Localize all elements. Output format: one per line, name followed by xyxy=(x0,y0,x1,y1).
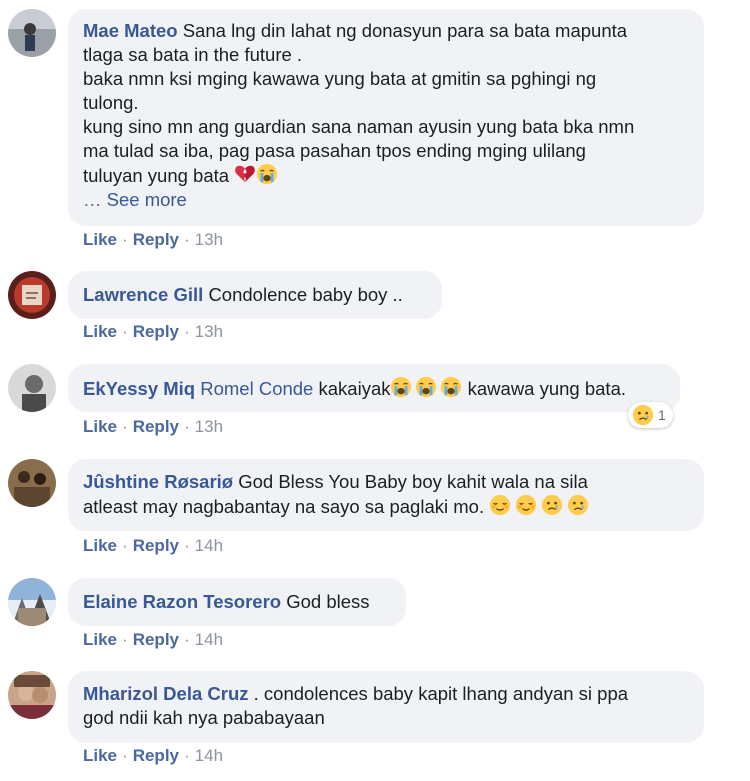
comment-author[interactable]: Mae Mateo xyxy=(83,20,178,41)
avatar[interactable] xyxy=(8,271,56,319)
avatar[interactable] xyxy=(8,578,56,626)
reply-link[interactable]: Reply xyxy=(133,630,179,649)
avatar[interactable] xyxy=(8,671,56,719)
ellipsis: … xyxy=(83,189,102,210)
comment-bubble: Mharizol Dela Cruz . condolences baby ka… xyxy=(68,671,704,743)
crying-face-icon xyxy=(256,163,278,185)
sad-face-icon xyxy=(632,404,654,426)
timestamp[interactable]: 13h xyxy=(195,322,223,341)
comment-text: god ndii kah nya pababayaan xyxy=(83,707,325,728)
comment-author[interactable]: Mharizol Dela Cruz xyxy=(83,683,249,704)
comment-text: kakaiyak xyxy=(318,378,391,399)
reply-link[interactable]: Reply xyxy=(133,322,179,341)
like-link[interactable]: Like xyxy=(83,417,117,436)
reply-link[interactable]: Reply xyxy=(133,746,179,765)
like-link[interactable]: Like xyxy=(83,230,117,249)
crying-face-icon xyxy=(440,376,462,398)
timestamp[interactable]: 14h xyxy=(195,630,223,649)
broken-heart-icon xyxy=(234,163,256,185)
comment-text: tuluyan yung bata xyxy=(83,165,230,186)
reply-link[interactable]: Reply xyxy=(133,230,179,249)
comment-text: kung sino mn ang guardian sana naman ayu… xyxy=(83,116,635,137)
relieved-face-icon xyxy=(489,494,511,516)
like-link[interactable]: Like xyxy=(83,746,117,765)
comment-actions: Like · Reply · 14h xyxy=(83,536,224,555)
reaction-count-badge[interactable]: 1 xyxy=(628,402,673,428)
timestamp[interactable]: 14h xyxy=(195,746,223,765)
see-more-link[interactable]: See more xyxy=(107,189,187,210)
mention-link[interactable]: Romel Conde xyxy=(200,378,313,399)
comment-text: Condolence baby boy .. xyxy=(208,284,403,305)
reply-link[interactable]: Reply xyxy=(133,536,179,555)
comment-text: God Bless You Baby boy kahit wala na sil… xyxy=(238,471,588,492)
comment-author[interactable]: Elaine Razon Tesorero xyxy=(83,591,281,612)
comment-text: atleast may nagbabantay na sayo sa pagla… xyxy=(83,496,485,517)
comment-bubble: Lawrence Gill Condolence baby boy .. xyxy=(68,271,442,319)
comment-actions: Like · Reply · 13h xyxy=(83,230,224,249)
comment-text: tlaga sa bata in the future . xyxy=(83,44,303,65)
reaction-count: 1 xyxy=(658,407,666,423)
comment-actions: Like · Reply · 13h xyxy=(83,417,224,436)
comment-bubble: Mae Mateo Sana lng din lahat ng donasyun… xyxy=(68,9,704,226)
comment-actions: Like · Reply · 13h xyxy=(83,322,224,341)
avatar[interactable] xyxy=(8,459,56,507)
sad-face-icon xyxy=(541,494,563,516)
comment-actions: Like · Reply · 14h xyxy=(83,746,224,765)
comment-author[interactable]: EkYessy Miq xyxy=(83,378,195,399)
comment-text: . condolences baby kapit lhang andyan si… xyxy=(253,683,629,704)
like-link[interactable]: Like xyxy=(83,322,117,341)
comment-bubble: EkYessy Miq Romel Conde kakaiyak kawawa … xyxy=(68,364,680,412)
comment-author[interactable]: Jûshtine Røsariø xyxy=(83,471,233,492)
comment-text: baka nmn ksi mging kawawa yung bata at g… xyxy=(83,68,597,89)
relieved-face-icon xyxy=(515,494,537,516)
timestamp[interactable]: 14h xyxy=(195,536,223,555)
comment-text: God bless xyxy=(286,591,370,612)
comment-text: ma tulad sa iba, pag pasa pasahan tpos e… xyxy=(83,140,586,161)
avatar[interactable] xyxy=(8,9,56,57)
comment-text: Sana lng din lahat ng donasyun para sa b… xyxy=(182,20,628,41)
timestamp[interactable]: 13h xyxy=(195,230,223,249)
timestamp[interactable]: 13h xyxy=(195,417,223,436)
avatar[interactable] xyxy=(8,364,56,412)
comment-author[interactable]: Lawrence Gill xyxy=(83,284,203,305)
crying-face-icon xyxy=(390,376,412,398)
comment-text: tulong. xyxy=(83,92,139,113)
like-link[interactable]: Like xyxy=(83,536,117,555)
reply-link[interactable]: Reply xyxy=(133,417,179,436)
comment-bubble: Elaine Razon Tesorero God bless xyxy=(68,578,406,626)
like-link[interactable]: Like xyxy=(83,630,117,649)
sad-face-icon xyxy=(567,494,589,516)
comment-text: kawawa yung bata. xyxy=(467,378,627,399)
crying-face-icon xyxy=(415,376,437,398)
comment-bubble: Jûshtine Røsariø God Bless You Baby boy … xyxy=(68,459,704,531)
comment-actions: Like · Reply · 14h xyxy=(83,630,224,649)
